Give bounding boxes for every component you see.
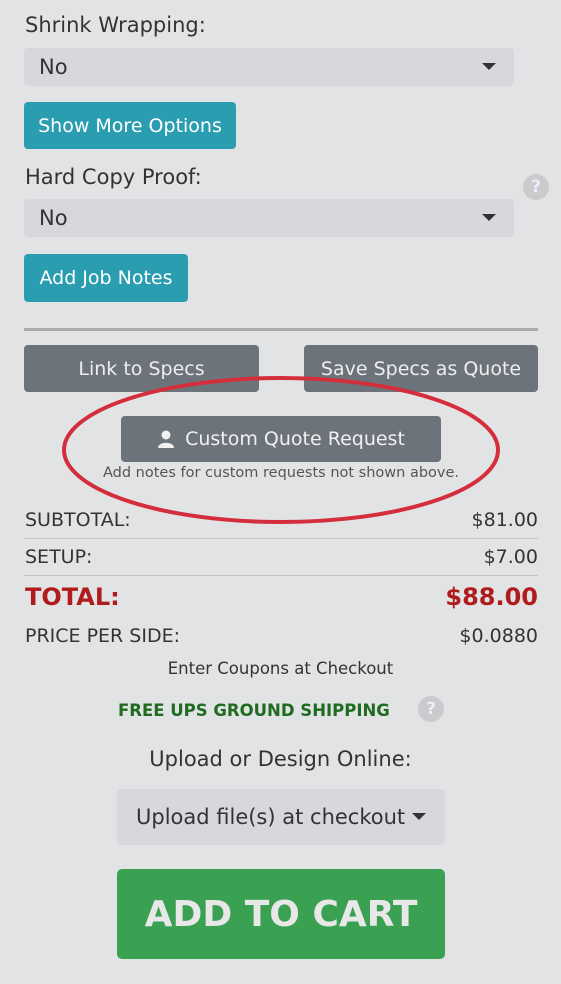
- upload-label: Upload or Design Online:: [149, 747, 412, 771]
- hard-copy-proof-select[interactable]: No: [24, 199, 514, 237]
- price-per-side-label: PRICE PER SIDE:: [25, 625, 180, 647]
- shrink-wrapping-value: No: [39, 55, 68, 79]
- upload-dropdown[interactable]: Upload file(s) at checkout: [117, 789, 445, 845]
- divider: [24, 538, 538, 539]
- subtotal-label: SUBTOTAL:: [25, 509, 131, 531]
- subtotal-value: $81.00: [471, 509, 538, 531]
- show-more-options-button[interactable]: Show More Options: [24, 102, 236, 149]
- shrink-wrapping-label: Shrink Wrapping:: [25, 13, 206, 37]
- coupons-note: Enter Coupons at Checkout: [167, 659, 394, 678]
- divider: [24, 575, 538, 576]
- custom-quote-request-button[interactable]: Custom Quote Request: [121, 416, 441, 462]
- add-job-notes-button[interactable]: Add Job Notes: [24, 254, 188, 302]
- add-to-cart-button[interactable]: ADD TO CART: [117, 869, 445, 959]
- price-per-side-value: $0.0880: [459, 625, 538, 647]
- chevron-down-icon: [482, 63, 496, 70]
- question-circle-icon[interactable]: ?: [523, 174, 549, 200]
- custom-quote-note: Add notes for custom requests not shown …: [102, 465, 460, 481]
- upload-dropdown-value: Upload file(s) at checkout: [136, 805, 406, 829]
- setup-label: SETUP:: [25, 546, 93, 568]
- hard-copy-proof-value: No: [39, 206, 68, 230]
- shrink-wrapping-select[interactable]: No: [24, 48, 514, 86]
- chevron-down-icon: [482, 214, 496, 221]
- custom-quote-request-label: Custom Quote Request: [185, 428, 405, 450]
- user-icon: [158, 430, 175, 448]
- total-value: $88.00: [445, 583, 538, 611]
- section-divider: [24, 328, 538, 331]
- free-shipping-text: FREE UPS GROUND SHIPPING: [118, 701, 390, 720]
- hard-copy-proof-label: Hard Copy Proof:: [25, 165, 202, 189]
- chevron-down-icon: [412, 813, 426, 820]
- setup-value: $7.00: [483, 546, 538, 568]
- question-circle-icon[interactable]: ?: [418, 696, 444, 722]
- total-label: TOTAL:: [25, 583, 120, 611]
